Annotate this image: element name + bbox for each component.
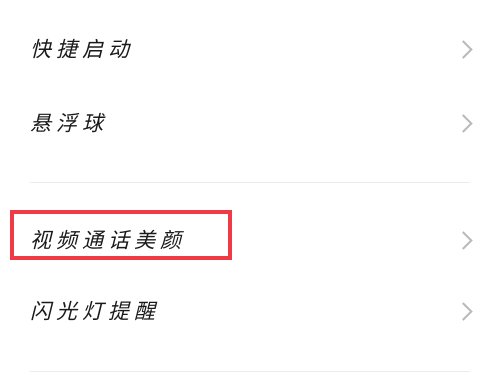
settings-list: 快捷启动 悬浮球 视频通话美颜 闪光灯提醒 [0,0,500,375]
settings-item-label: 悬浮球 [30,111,108,136]
settings-item-video-call-beauty[interactable]: 视频通话美颜 [0,211,500,271]
settings-item-floating-ball[interactable]: 悬浮球 [0,94,500,154]
settings-item-quick-launch[interactable]: 快捷启动 [0,20,500,80]
settings-item-label: 闪光灯提醒 [30,299,160,324]
chevron-right-icon [454,114,473,133]
chevron-right-icon [454,40,473,59]
settings-item-flash-alert[interactable]: 闪光灯提醒 [0,282,500,342]
settings-item-label: 快捷启动 [30,37,134,62]
divider [30,371,470,372]
settings-item-label: 视频通话美颜 [30,228,186,253]
chevron-right-icon [454,231,473,250]
divider [30,182,470,183]
chevron-right-icon [454,302,473,321]
